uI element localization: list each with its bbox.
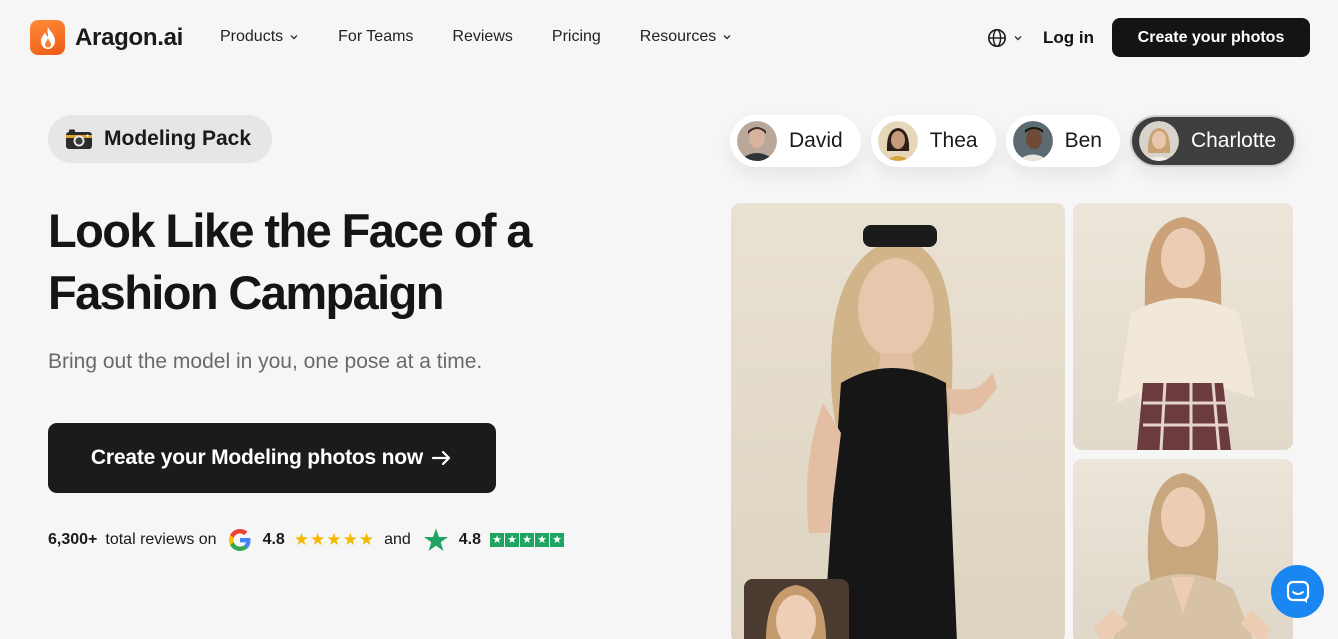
star-icon: ★	[520, 533, 535, 547]
person-name: Thea	[929, 129, 978, 152]
nav-for-teams-label: For Teams	[338, 28, 414, 45]
star-icon: ★	[535, 533, 550, 547]
model-photo-main	[731, 203, 1065, 639]
and-text: and	[384, 531, 411, 548]
person-name: David	[789, 129, 843, 152]
person-name: Charlotte	[1190, 129, 1277, 152]
pack-label: Modeling Pack	[104, 127, 252, 150]
model-photo-bottom-right	[1073, 459, 1293, 639]
modeling-pack-badge: Modeling Pack	[48, 115, 273, 163]
review-count: 6,300+	[48, 531, 98, 548]
person-tab-charlotte[interactable]: Charlotte	[1129, 115, 1297, 167]
main-menu: Products For Teams Reviews Pricing Resou…	[220, 28, 771, 46]
hero-subheadline: Bring out the model in you, one pose at …	[48, 350, 483, 373]
login-link[interactable]: Log in	[1043, 28, 1094, 48]
camera-icon	[66, 129, 92, 149]
star-icon: ★	[326, 530, 342, 549]
language-selector[interactable]	[987, 28, 1023, 48]
nav-reviews-label: Reviews	[452, 28, 513, 45]
source-selfie-thumbnail	[744, 579, 849, 639]
person-tab-david[interactable]: David	[730, 115, 861, 167]
selfie-image	[744, 579, 849, 639]
chat-widget-button[interactable]	[1271, 565, 1324, 618]
person-name: Ben	[1064, 129, 1102, 152]
star-icon: ★	[358, 530, 375, 549]
globe-icon	[988, 28, 1007, 47]
create-modeling-photos-button[interactable]: Create your Modeling photos now	[48, 423, 496, 493]
top-navigation: Aragon.ai Products For Teams Reviews Pri…	[0, 0, 1338, 76]
chevron-down-icon	[723, 35, 731, 40]
model-photo-top-right	[1073, 203, 1293, 450]
nav-for-teams[interactable]: For Teams	[338, 28, 413, 46]
star-icon: ★	[310, 530, 326, 549]
trustpilot-star-icon	[423, 528, 448, 551]
trustpilot-stars: ★ ★ ★ ★ ★	[490, 533, 565, 547]
headline-line-2: Fashion Campaign	[48, 266, 444, 319]
model-photo-image	[806, 225, 997, 639]
trustpilot-rating: 4.8	[458, 531, 482, 548]
nav-pricing-label: Pricing	[551, 28, 601, 45]
star-icon: ★	[342, 530, 358, 549]
review-text: total reviews on	[105, 531, 217, 548]
nav-products[interactable]: Products	[220, 28, 299, 46]
avatar	[1012, 121, 1053, 161]
chevron-down-icon	[1014, 35, 1022, 40]
person-tab-thea[interactable]: Thea	[870, 115, 996, 167]
person-tab-ben[interactable]: Ben	[1005, 115, 1120, 167]
google-icon	[228, 529, 251, 551]
reviews-summary: 6,300+ total reviews on 4.8 ★ ★ ★ ★ ★ an…	[48, 527, 565, 553]
nav-reviews[interactable]: Reviews	[452, 28, 512, 46]
star-icon: ★	[293, 530, 310, 549]
nav-resources[interactable]: Resources	[640, 28, 732, 46]
headline-line-1: Look Like the Face of a	[48, 204, 533, 257]
brand-logo[interactable]: Aragon.ai	[30, 20, 183, 55]
google-stars: ★ ★ ★ ★ ★	[294, 530, 374, 550]
person-selector: David Thea Ben Charlotte	[730, 115, 1297, 167]
model-photo-image	[1117, 217, 1255, 450]
chevron-down-icon	[290, 35, 298, 40]
star-icon: ★	[490, 533, 505, 547]
brand-name: Aragon.ai	[75, 23, 183, 51]
star-icon: ★	[550, 533, 565, 547]
cta-label: Create your Modeling photos now	[90, 446, 424, 469]
flame-logo-icon	[30, 20, 65, 55]
nav-resources-label: Resources	[639, 28, 717, 45]
model-photo-image	[1093, 473, 1271, 639]
chat-icon	[1286, 580, 1309, 603]
avatar	[877, 121, 918, 161]
avatar	[1138, 121, 1179, 161]
star-icon: ★	[505, 533, 520, 547]
arrow-right-icon	[431, 450, 451, 466]
nav-products-label: Products	[220, 28, 284, 45]
nav-actions: Log in Create your photos	[987, 18, 1310, 57]
avatar	[737, 121, 777, 161]
create-photos-button[interactable]: Create your photos	[1112, 18, 1310, 57]
hero-headline: Look Like the Face of a Fashion Campaign	[48, 200, 688, 324]
nav-pricing[interactable]: Pricing	[552, 28, 601, 46]
google-rating: 4.8	[262, 531, 285, 548]
